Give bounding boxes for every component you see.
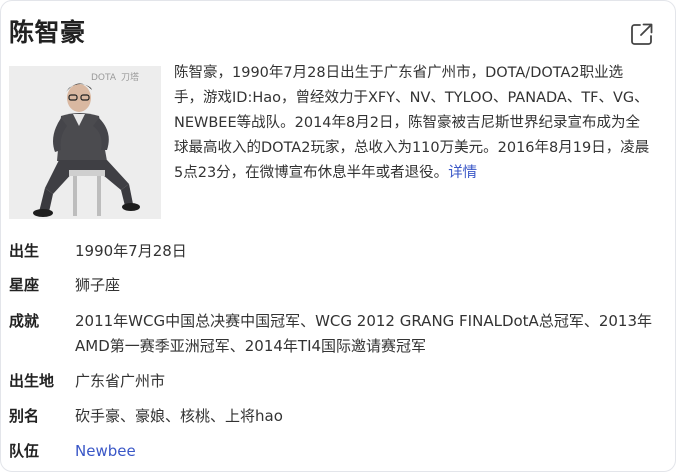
- fact-value: 1990年7月28日: [75, 242, 187, 260]
- fact-value: 砍手豪、豪娘、核桃、上将hao: [75, 407, 283, 425]
- photo-caption-mark: DOTA: [91, 73, 117, 83]
- portrait-image[interactable]: DOTA 刀塔: [9, 66, 161, 219]
- fact-label: 星座: [9, 276, 40, 294]
- external-link-icon[interactable]: [629, 21, 655, 47]
- fact-value: 2011年WCG中国总决赛中国冠军、WCG 2012 GRANG FINALDo…: [75, 312, 652, 355]
- fact-label: 成就: [9, 312, 40, 330]
- fact-value: 狮子座: [75, 276, 121, 294]
- intro-paragraph: 陈智豪，1990年7月28日出生于广东省广州市，DOTA/DOTA2职业选手，游…: [174, 61, 652, 186]
- intro-text: 陈智豪，1990年7月28日出生于广东省广州市，DOTA/DOTA2职业选手，游…: [174, 65, 650, 181]
- fact-label: 别名: [9, 407, 40, 425]
- entity-title: 陈智豪: [9, 18, 86, 47]
- entity-card: 陈智豪 DOTA 刀塔 陈智豪，1990年7月28日出生于广东省广州市，DOTA…: [0, 0, 676, 472]
- fact-value: 广东省广州市: [75, 372, 166, 390]
- photo-caption-mark-cn: 刀塔: [121, 71, 139, 83]
- fact-label: 出生: [9, 242, 40, 260]
- fact-label: 出生地: [9, 372, 55, 390]
- more-details-link[interactable]: 详情: [448, 165, 477, 181]
